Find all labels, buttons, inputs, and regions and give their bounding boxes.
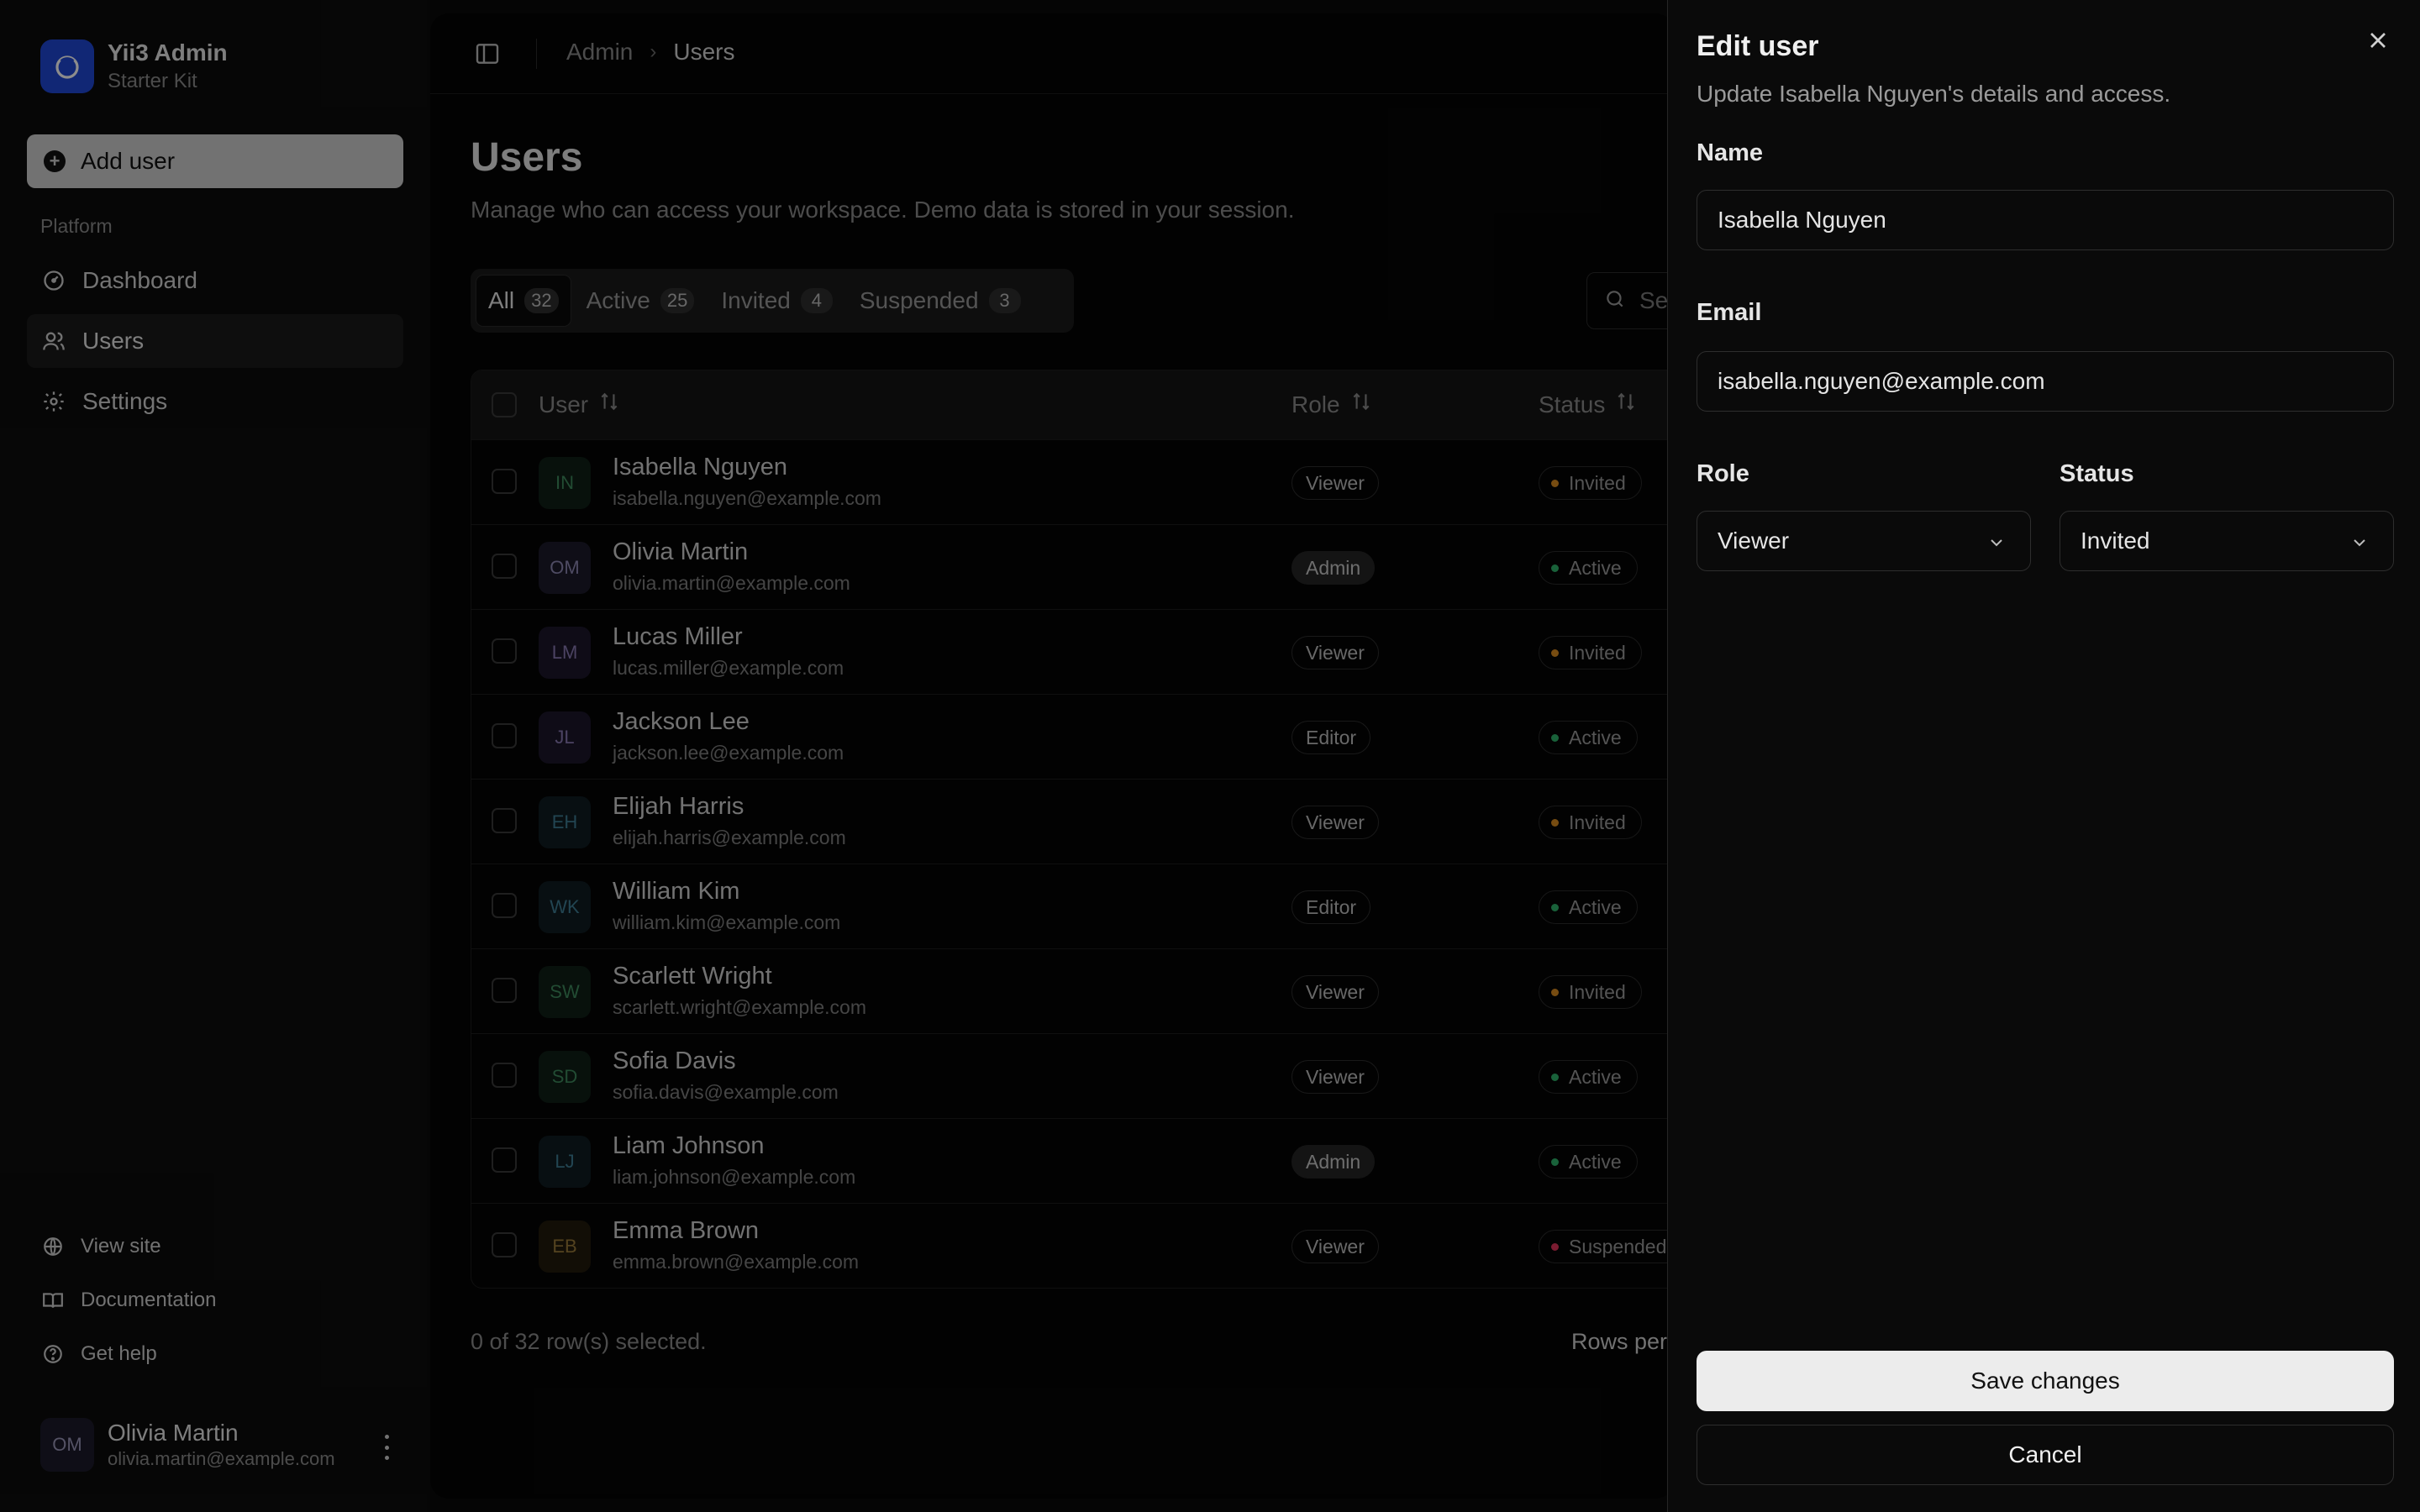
role-select[interactable]: Viewer bbox=[1697, 511, 2031, 571]
name-field[interactable] bbox=[1697, 190, 2394, 250]
status-select[interactable]: Invited bbox=[2060, 511, 2394, 571]
email-field[interactable] bbox=[1697, 351, 2394, 412]
edit-user-sheet: Edit user Update Isabella Nguyen's detai… bbox=[1667, 0, 2420, 1512]
cancel-button[interactable]: Cancel bbox=[1697, 1425, 2394, 1485]
name-label: Name bbox=[1697, 139, 1763, 166]
status-select-value: Invited bbox=[2081, 528, 2150, 554]
close-icon[interactable] bbox=[2365, 27, 2391, 54]
sheet-title: Edit user bbox=[1697, 30, 1819, 62]
status-label: Status bbox=[2060, 460, 2134, 487]
sheet-description: Update Isabella Nguyen's details and acc… bbox=[1697, 81, 2171, 107]
chevron-down-icon bbox=[1986, 532, 2007, 552]
chevron-down-icon bbox=[2349, 532, 2370, 552]
email-label: Email bbox=[1697, 299, 1762, 326]
role-label: Role bbox=[1697, 460, 1749, 487]
role-select-value: Viewer bbox=[1718, 528, 1790, 554]
save-changes-button[interactable]: Save changes bbox=[1697, 1351, 2394, 1411]
